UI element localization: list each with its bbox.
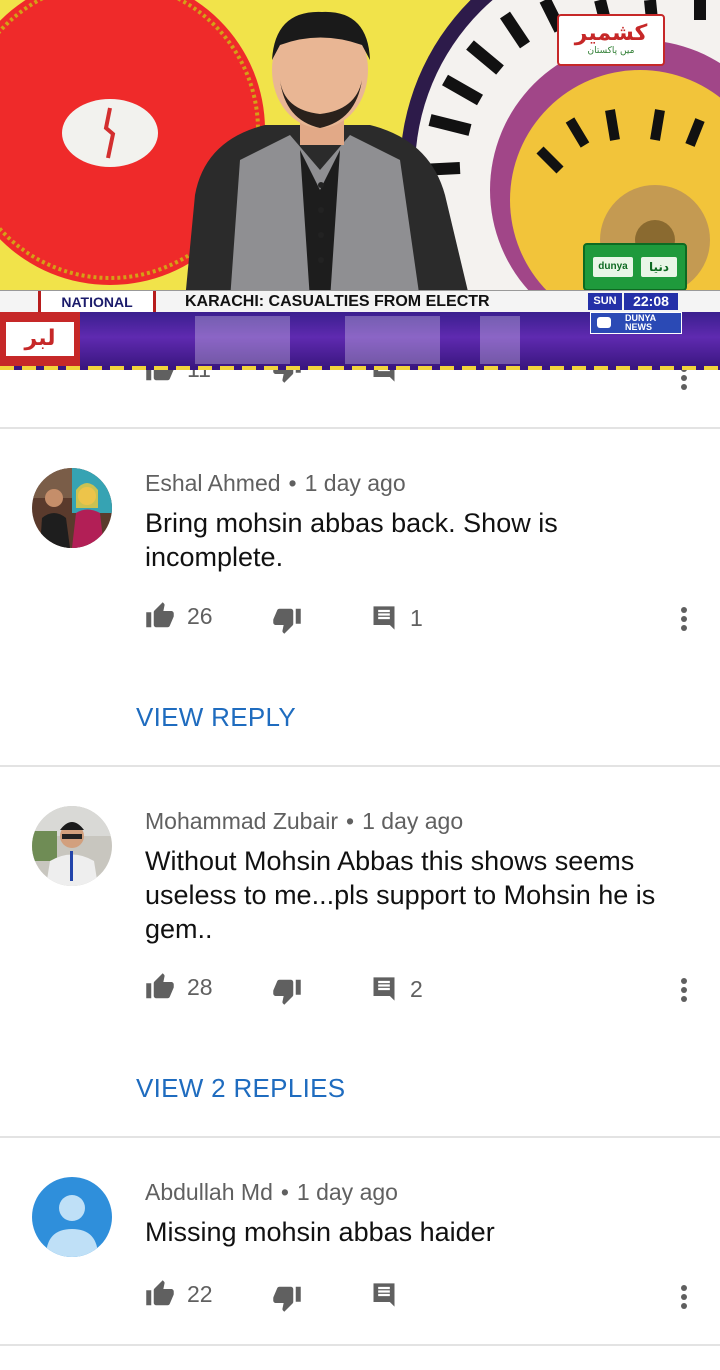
thumb-up-icon	[146, 602, 174, 628]
avatar-photo	[32, 468, 112, 548]
comment-icon	[373, 1283, 395, 1307]
like-button[interactable]: 28	[145, 972, 213, 1002]
comment-time: 1 day ago	[304, 470, 406, 496]
lower-third-red-block: لبر	[0, 312, 80, 368]
comment-divider	[0, 1344, 720, 1346]
comment-text-line: Without Mohsin Abbas this shows seems	[145, 846, 635, 876]
dunya-badge-left: dunya	[593, 257, 633, 277]
reply-count: 1	[410, 605, 423, 631]
reply-button[interactable]	[370, 1281, 398, 1309]
thumb-down-icon	[273, 979, 301, 1005]
comment-meta: Abdullah Md • 1 day ago	[145, 1179, 398, 1205]
lower-third-urdu-tag: لبر	[6, 322, 74, 356]
video-player[interactable]: کشمیر میں پاکستان dunya دنیا NATIONAL KA…	[0, 0, 720, 370]
reply-button[interactable]: 1	[370, 603, 423, 633]
comment-author[interactable]: Mohammad Zubair	[145, 808, 338, 834]
thumb-down-icon	[273, 1286, 301, 1312]
more-options-button[interactable]	[674, 972, 694, 1008]
comment-text: Without Mohsin Abbas this shows seems us…	[145, 844, 685, 946]
view-replies-link[interactable]: VIEW 2 REPLIES	[136, 1071, 345, 1105]
view-replies-link[interactable]: VIEW REPLY	[136, 700, 296, 734]
dislike-button[interactable]	[272, 1283, 302, 1313]
comment-text-line: Missing mohsin abbas haider	[145, 1217, 495, 1247]
more-options-button[interactable]	[674, 1279, 694, 1315]
avatar[interactable]	[32, 1177, 112, 1257]
dislike-button[interactable]	[272, 370, 302, 384]
twitter-icon	[597, 317, 611, 328]
like-count: 28	[187, 974, 213, 1000]
default-avatar-icon	[32, 1177, 112, 1257]
comment-divider	[0, 427, 720, 429]
comment-icon	[373, 977, 395, 1001]
dislike-button[interactable]	[272, 976, 302, 1006]
avatar[interactable]	[32, 806, 112, 886]
dunya-news-tag: DUNYA NEWS	[590, 312, 682, 334]
reply-button[interactable]	[370, 370, 398, 384]
like-button[interactable]: 22	[145, 1279, 213, 1309]
comment-text-line: incomplete.	[145, 542, 284, 572]
comment-text-line: Bring mohsin abbas back. Show is	[145, 508, 558, 538]
like-button[interactable]: 11	[145, 370, 211, 384]
channel-logo-title: کشمیر	[574, 21, 648, 46]
avatar[interactable]	[32, 468, 112, 548]
reply-count: 2	[410, 976, 423, 1002]
thumb-up-icon	[146, 370, 174, 381]
comment-author[interactable]: Abdullah Md	[145, 1179, 273, 1205]
channel-logo: کشمیر میں پاکستان	[557, 14, 665, 66]
comment-text-line: useless to me...pls support to Mohsin he…	[145, 880, 656, 910]
dislike-button[interactable]	[272, 605, 302, 635]
comment-meta: Mohammad Zubair • 1 day ago	[145, 808, 464, 834]
reply-button[interactable]: 2	[370, 974, 423, 1004]
dunya-badge: dunya دنیا	[583, 243, 687, 291]
like-button[interactable]: 26	[145, 601, 213, 631]
thumb-down-icon	[273, 608, 301, 634]
comment-time: 1 day ago	[296, 1179, 398, 1205]
like-count: 22	[187, 1281, 213, 1307]
thumb-up-icon	[146, 973, 174, 999]
ticker-time: 22:08	[624, 293, 678, 310]
comment-text: Missing mohsin abbas haider	[145, 1215, 685, 1249]
news-tag-line2: NEWS	[625, 322, 652, 332]
comment-time: 1 day ago	[362, 808, 464, 834]
comment-text: Bring mohsin abbas back. Show is incompl…	[145, 506, 685, 574]
ticker-headline: KARACHI: CASUALTIES FROM ELECTR	[185, 293, 490, 310]
previous-comment-actions: 11	[0, 370, 720, 398]
more-options-button[interactable]	[674, 370, 694, 396]
comment-author[interactable]: Eshal Ahmed	[145, 470, 281, 496]
dunya-badge-right: دنیا	[641, 257, 677, 277]
thumb-down-icon	[273, 370, 301, 383]
comment-actions: 28 2	[0, 972, 720, 1008]
more-options-button[interactable]	[674, 601, 694, 637]
thumb-up-icon	[146, 1280, 174, 1306]
comment-actions: 26 1	[0, 601, 720, 637]
like-count: 11	[187, 370, 211, 384]
comment-divider	[0, 765, 720, 767]
channel-logo-subtitle: میں پاکستان	[587, 46, 635, 56]
news-ticker: NATIONAL KARACHI: CASUALTIES FROM ELECTR…	[0, 290, 720, 314]
like-count: 26	[187, 603, 213, 629]
comment-icon	[373, 606, 395, 630]
avatar-photo	[32, 806, 112, 886]
comment-divider	[0, 1136, 720, 1138]
ticker-day: SUN	[588, 293, 622, 310]
ticker-category: NATIONAL	[38, 291, 156, 313]
comment-actions: 22	[0, 1279, 720, 1315]
comment-text-line: gem..	[145, 914, 213, 944]
comment-meta: Eshal Ahmed • 1 day ago	[145, 470, 406, 496]
comment-icon	[373, 370, 395, 382]
